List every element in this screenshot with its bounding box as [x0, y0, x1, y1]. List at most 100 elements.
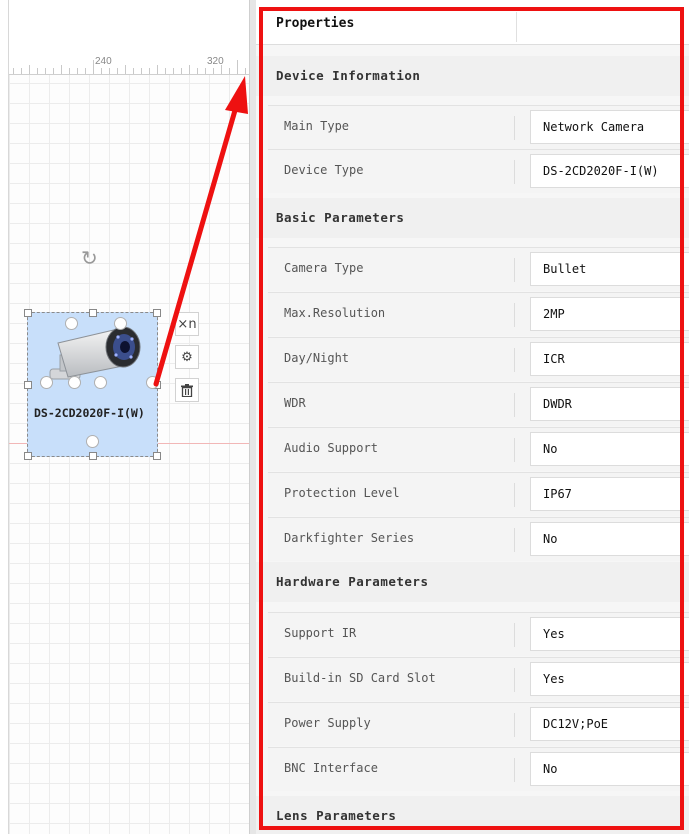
ruler-tick: [229, 68, 230, 74]
ruler-tick: [109, 68, 110, 74]
row-divider: [514, 623, 515, 647]
property-row-audio-support: Audio Support No: [268, 427, 689, 471]
panel-splitter[interactable]: [249, 0, 256, 834]
section-basic-parameters[interactable]: Basic Parameters: [256, 198, 689, 238]
section-label: Device Information: [276, 68, 421, 83]
horizontal-ruler: 240 320: [9, 50, 250, 75]
ruler-tick: [157, 65, 158, 74]
ruler-tick: [45, 68, 46, 74]
resize-handle-top-right[interactable]: [153, 309, 161, 317]
property-row-device-type: Device Type DS-2CD2020F-I(W): [268, 149, 689, 193]
ruler-tick: [13, 68, 14, 74]
resize-handle-left[interactable]: [24, 381, 32, 389]
property-label: Main Type: [284, 119, 350, 133]
property-value-field[interactable]: Bullet: [530, 252, 689, 286]
property-value-field[interactable]: DS-2CD2020F-I(W): [530, 154, 689, 188]
topology-canvas[interactable]: 240 320 ↻ DS-2CD2020F-I(W) ×n ⚙: [8, 0, 250, 834]
property-label: Max.Resolution: [284, 306, 386, 320]
connection-point[interactable]: [65, 317, 78, 330]
connection-point[interactable]: [68, 376, 81, 389]
property-row-max-resolution: Max.Resolution 2MP: [268, 292, 689, 336]
property-row-protection-level: Protection Level IP67: [268, 472, 689, 516]
row-divider: [514, 758, 515, 782]
ruler-tick: [37, 68, 38, 74]
section-label: Lens Parameters: [276, 808, 397, 823]
resize-handle-bottom[interactable]: [89, 452, 97, 460]
property-label: Power Supply: [284, 716, 371, 730]
ruler-tick: [181, 68, 182, 74]
row-divider: [514, 116, 515, 140]
ruler-tick: [117, 68, 118, 74]
property-row-darkfighter-series: Darkfighter Series No: [268, 517, 689, 561]
device-model-label: DS-2CD2020F-I(W): [34, 406, 145, 420]
resize-handle-top[interactable]: [89, 309, 97, 317]
resize-handle-bottom-right[interactable]: [153, 452, 161, 460]
settings-button[interactable]: ⚙: [175, 345, 199, 369]
property-value-field[interactable]: Yes: [530, 662, 689, 696]
property-value-field[interactable]: IP67: [530, 477, 689, 511]
property-label: Protection Level: [284, 486, 400, 500]
section-device-information[interactable]: Device Information: [256, 56, 689, 96]
camera-device-node[interactable]: DS-2CD2020F-I(W): [24, 309, 161, 460]
property-value-field[interactable]: No: [530, 522, 689, 556]
row-divider: [514, 258, 515, 282]
ruler-label: 240: [95, 56, 112, 67]
header-divider: [516, 12, 517, 42]
panel-title: Properties: [276, 16, 355, 31]
ruler-tick: [197, 68, 198, 74]
ruler-tick: [205, 68, 206, 74]
property-row-support-ir: Support IR Yes: [268, 612, 689, 656]
multiply-button[interactable]: ×n: [175, 312, 199, 336]
resize-handle-top-left[interactable]: [24, 309, 32, 317]
connection-point[interactable]: [114, 317, 127, 330]
resize-handle-bottom-left[interactable]: [24, 452, 32, 460]
section-lens-parameters[interactable]: Lens Parameters: [256, 796, 689, 834]
ruler-tick: [53, 68, 54, 74]
rotate-icon[interactable]: ↻: [81, 248, 98, 268]
property-row-wdr: WDR DWDR: [268, 382, 689, 426]
property-value-field[interactable]: No: [530, 432, 689, 466]
delete-button[interactable]: [175, 378, 199, 402]
ruler-tick: [21, 68, 22, 74]
ruler-tick: [237, 60, 238, 74]
ruler-tick: [69, 68, 70, 74]
connection-point[interactable]: [146, 376, 159, 389]
ruler-tick: [165, 68, 166, 74]
property-row-camera-type: Camera Type Bullet: [268, 247, 689, 291]
property-value-field[interactable]: DC12V;PoE: [530, 707, 689, 741]
gear-icon: ⚙: [181, 349, 193, 365]
connection-point[interactable]: [94, 376, 107, 389]
row-divider: [514, 393, 515, 417]
property-label: Build-in SD Card Slot: [284, 671, 436, 685]
ruler-tick: [173, 68, 174, 74]
trash-icon: [181, 383, 193, 397]
ruler-tick: [245, 68, 246, 74]
ruler-tick: [189, 65, 190, 74]
property-row-day-night: Day/Night ICR: [268, 337, 689, 381]
property-label: Device Type: [284, 163, 364, 177]
section-hardware-parameters[interactable]: Hardware Parameters: [256, 562, 689, 602]
property-label: Darkfighter Series: [284, 531, 415, 545]
ruler-tick: [149, 68, 150, 74]
ruler-tick: [85, 68, 86, 74]
property-row-bnc-interface: BNC Interface No: [268, 747, 689, 791]
connection-point[interactable]: [86, 435, 99, 448]
row-divider: [514, 483, 515, 507]
ruler-label: 320: [207, 56, 224, 67]
connection-point[interactable]: [40, 376, 53, 389]
property-value-field[interactable]: ICR: [530, 342, 689, 376]
row-divider: [514, 528, 515, 552]
canvas-toolbar: [9, 0, 250, 51]
property-value-field[interactable]: Network Camera: [530, 110, 689, 144]
property-value-field[interactable]: Yes: [530, 617, 689, 651]
property-value-field[interactable]: No: [530, 752, 689, 786]
property-label: Camera Type: [284, 261, 364, 275]
property-value-field[interactable]: 2MP: [530, 297, 689, 331]
property-label: WDR: [284, 396, 306, 410]
property-value-field[interactable]: DWDR: [530, 387, 689, 421]
section-label: Hardware Parameters: [276, 574, 429, 589]
property-label: BNC Interface: [284, 761, 378, 775]
ruler-tick: [101, 68, 102, 74]
ruler-tick: [125, 65, 126, 74]
ruler-tick: [29, 65, 30, 74]
